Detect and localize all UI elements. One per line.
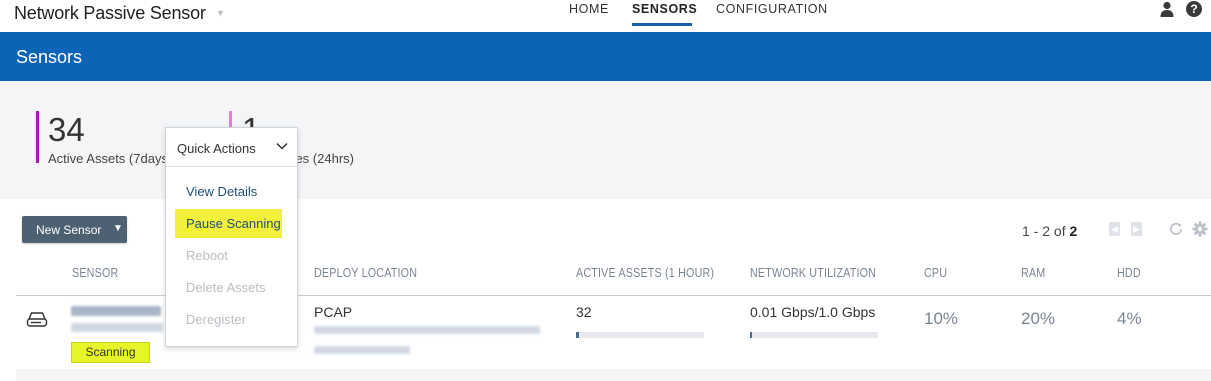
menu-item-view-details[interactable]: View Details [186,184,257,199]
stat-accent-bar [36,111,39,163]
menu-item-pause-scanning[interactable]: Pause Scanning [186,216,281,231]
sensor-device-icon [26,312,48,327]
pagination-range: 1 - 2 of [1022,223,1070,239]
quick-actions-dropdown[interactable]: Quick Actions [166,128,297,167]
column-header-active-assets[interactable]: ACTIVE ASSETS (1 HOUR) [576,266,714,280]
nav-home[interactable]: HOME [569,2,609,16]
quick-actions-label: Quick Actions [177,141,256,156]
sensor-name-redacted [71,306,161,316]
column-header-cpu[interactable]: CPU [924,266,947,280]
prev-page-button[interactable]: ◀ [1109,222,1120,236]
sensor-id-redacted [71,323,163,332]
active-assets-meter [576,332,704,338]
ram-value: 20% [1021,309,1056,328]
deploy-location-value: PCAP [314,304,353,320]
deploy-location-detail-redacted [314,346,410,354]
network-utilization-meter [750,332,878,338]
column-header-hdd[interactable]: HDD [1117,266,1141,280]
column-header-deploy-location[interactable]: DEPLOY LOCATION [314,266,417,280]
deploy-location-detail-redacted [314,326,540,334]
user-icon[interactable] [1159,1,1175,17]
column-header-ram[interactable]: RAM [1021,266,1045,280]
app-switcher-caret-icon[interactable]: ▼ [216,8,225,18]
nav-active-indicator [632,23,692,26]
refresh-icon[interactable] [1168,221,1184,237]
active-assets-count: 34 [48,111,85,148]
new-sensor-caret-icon[interactable]: ▼ [113,223,123,234]
nav-configuration[interactable]: CONFIGURATION [716,2,828,16]
chevron-right-icon: ▶ [1133,224,1140,234]
next-page-button[interactable]: ▶ [1131,222,1142,236]
menu-item-deregister[interactable]: Deregister [186,312,246,327]
help-icon[interactable]: ? [1186,1,1202,17]
menu-item-reboot[interactable]: Reboot [186,248,228,263]
pagination-summary: 1 - 2 of 2 [1022,223,1077,239]
chevron-down-icon [276,142,288,150]
network-utilization-meter-fill [750,332,752,338]
page-header [0,32,1211,81]
page-title: Sensors [16,47,83,67]
gear-icon[interactable] [1192,221,1208,237]
quick-actions-menu: Quick Actions View Details Pause Scannin… [165,127,298,347]
new-sensor-button[interactable]: New Sensor ▼ [22,216,127,243]
column-header-network-utilization[interactable]: NETWORK UTILIZATION [750,266,876,280]
app-title[interactable]: Network Passive Sensor [14,3,206,24]
menu-item-delete-assets[interactable]: Delete Assets [186,280,266,295]
network-utilization-value: 0.01 Gbps/1.0 Gbps [750,304,876,320]
pagination-total: 2 [1069,223,1078,239]
new-sensor-label: New Sensor [36,223,102,237]
column-header-sensor[interactable]: SENSOR [72,266,118,280]
table-row[interactable] [16,369,1211,381]
active-assets-label: Active Assets (7days) [48,151,173,166]
chevron-left-icon: ◀ [1111,224,1118,234]
active-assets-value: 32 [576,304,592,320]
cpu-value: 10% [924,309,959,328]
nav-sensors[interactable]: SENSORS [632,2,697,16]
hdd-value: 4% [1117,309,1142,328]
status-badge: Scanning [71,342,150,363]
active-assets-meter-fill [576,332,579,338]
